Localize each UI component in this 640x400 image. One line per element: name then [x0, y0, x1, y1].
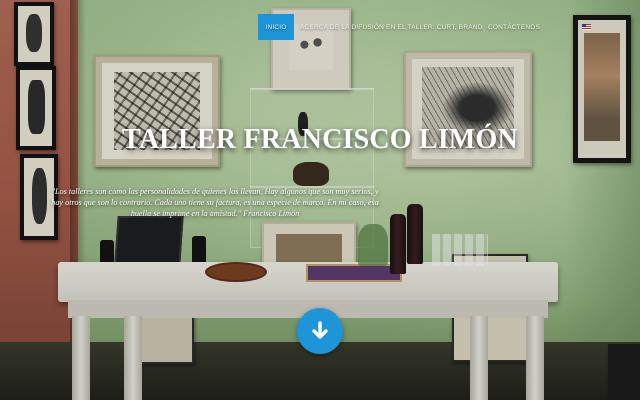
arrow-down-icon — [312, 321, 328, 339]
nav-item-inicio[interactable]: INICIO — [258, 14, 294, 40]
hero-quote: "Los talleres son como las personalidade… — [51, 187, 379, 218]
nav-item-acerca[interactable]: ACERCA DE LA DIFUSIÓN EN EL TALLER: CURT… — [294, 14, 482, 40]
page-title: TALLER FRANCISCO LIMÓN — [122, 124, 518, 155]
nav-item-contactenos[interactable]: CONTÁCTENOS — [482, 14, 544, 40]
us-flag-icon[interactable] — [582, 24, 591, 30]
main-nav: INICIO ACERCA DE LA DIFUSIÓN EN EL TALLE… — [258, 14, 544, 40]
scroll-down-button[interactable] — [297, 308, 343, 354]
